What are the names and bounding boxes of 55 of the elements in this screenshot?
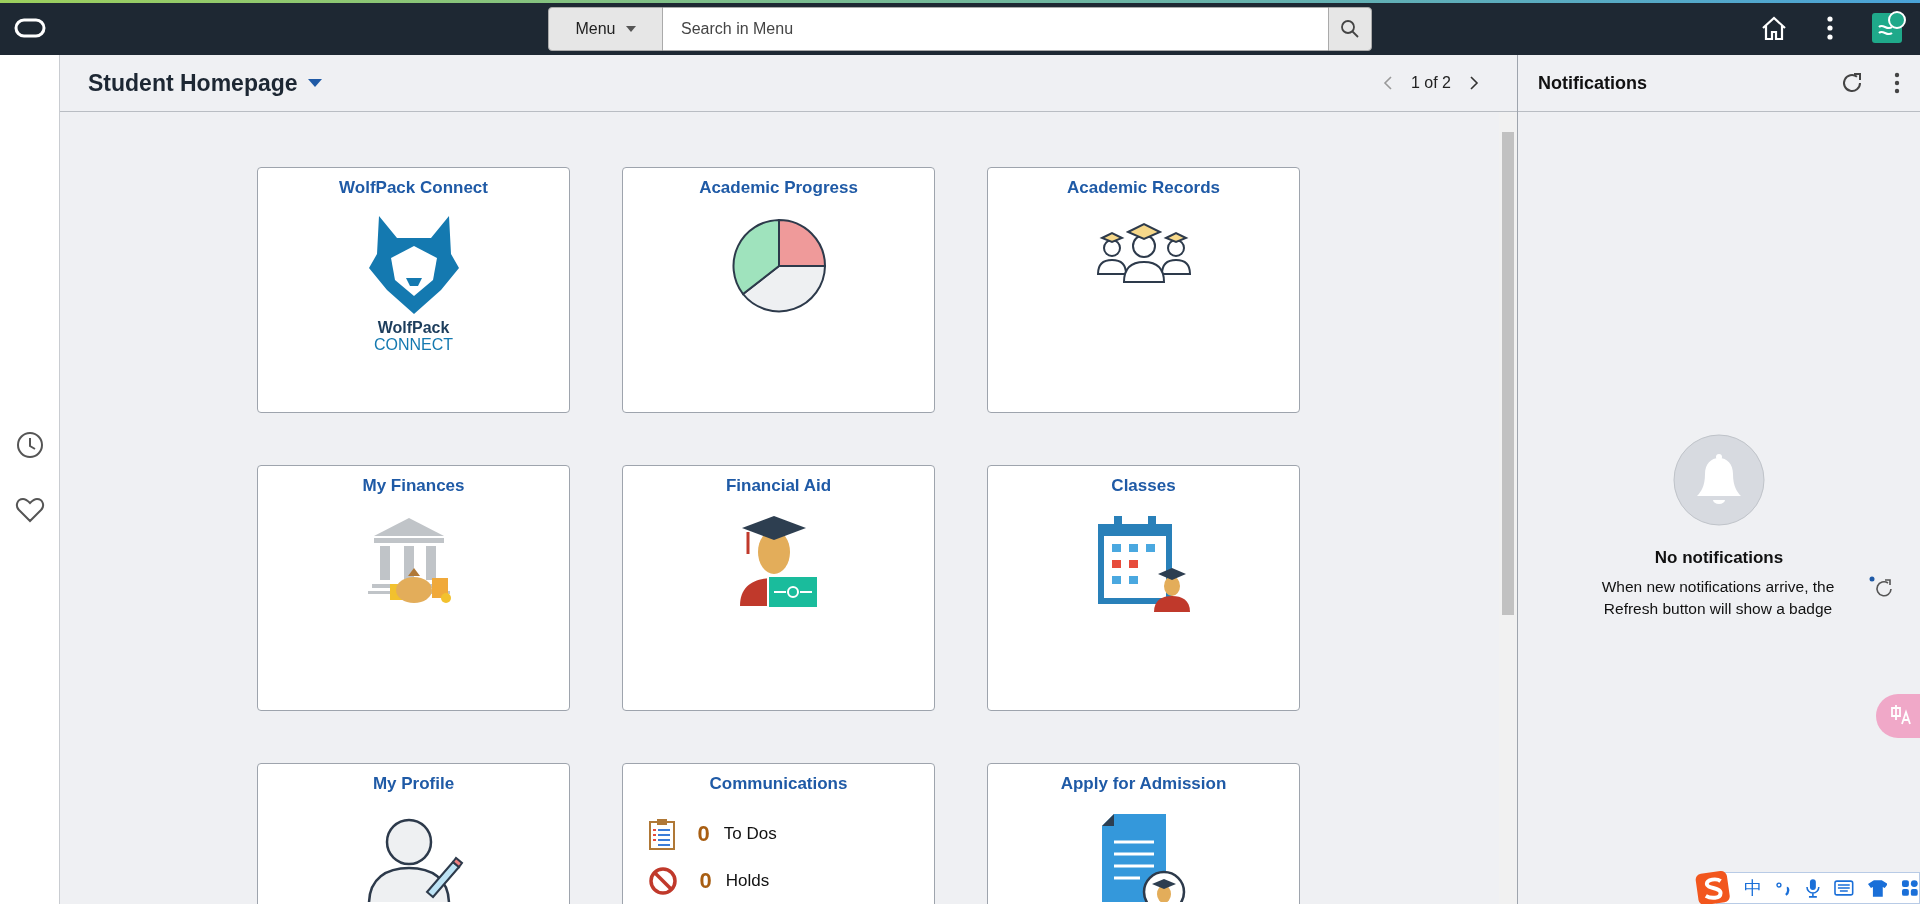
microphone-icon[interactable] xyxy=(1806,878,1820,898)
tile[interactable]: Academic Records xyxy=(987,167,1300,413)
heart-icon[interactable] xyxy=(14,496,45,524)
tile-title: Academic Records xyxy=(1066,178,1221,198)
tile[interactable]: Academic Progress xyxy=(622,167,935,413)
tile-title: Apply for Admission xyxy=(1060,774,1227,794)
empty-state-message: When new notifications arrive, the Refresh button will show a badge xyxy=(1600,577,1836,619)
input-mode-toggle[interactable]: 中 xyxy=(1744,876,1763,900)
tile-title: Communications xyxy=(709,774,848,794)
tile[interactable]: Classes xyxy=(987,465,1300,711)
tile[interactable]: My Profile xyxy=(257,763,570,904)
clock-icon[interactable] xyxy=(14,430,45,460)
grid-icon[interactable] xyxy=(1901,879,1919,897)
tile[interactable]: My Finances xyxy=(257,465,570,711)
tile[interactable]: Apply for Admission xyxy=(987,763,1300,904)
menu-dropdown[interactable]: Menu xyxy=(548,7,663,51)
more-options-icon[interactable] xyxy=(1826,14,1834,41)
more-options-icon[interactable] xyxy=(1894,72,1900,94)
item-count: 0 xyxy=(697,821,710,847)
item-label: To Dos xyxy=(723,824,777,844)
bell-icon xyxy=(1673,434,1765,526)
search-icon xyxy=(1340,19,1360,39)
tile[interactable]: Communications 0 To Dos 0 Holds xyxy=(622,763,935,904)
tile-title: Financial Aid xyxy=(725,476,832,496)
logo-text: WolfPack xyxy=(377,320,450,336)
keyboard-icon[interactable] xyxy=(1833,880,1854,896)
tile[interactable]: WolfPack Connect WolfPack CONNECT xyxy=(257,167,570,413)
sogou-logo-icon[interactable] xyxy=(1695,870,1731,904)
empty-state-title: No notifications xyxy=(1654,548,1784,568)
tile-title: Academic Progress xyxy=(699,178,858,198)
prohibited-icon xyxy=(647,866,678,896)
tile-title: WolfPack Connect xyxy=(339,178,488,198)
avatar-icon[interactable] xyxy=(1872,10,1906,45)
caret-icon xyxy=(307,79,322,87)
tile-title: My Profile xyxy=(372,774,455,794)
logo-text: CONNECT xyxy=(373,336,454,353)
search-field[interactable]: Search in Menu xyxy=(663,7,1328,51)
next-page-icon[interactable] xyxy=(1469,75,1479,91)
caret-icon xyxy=(625,26,636,32)
logo-icon[interactable] xyxy=(14,17,46,38)
tile[interactable]: Financial Aid xyxy=(622,465,935,711)
home-icon[interactable] xyxy=(1760,14,1788,41)
search-button[interactable] xyxy=(1328,7,1372,51)
tile-title: My Finances xyxy=(362,476,465,496)
homepage-selector[interactable]: Student Homepage xyxy=(88,69,322,97)
wolf-head-icon xyxy=(368,216,459,316)
clipboard-icon xyxy=(647,818,676,850)
shirt-icon[interactable] xyxy=(1867,879,1888,897)
item-label: Holds xyxy=(725,871,770,891)
refresh-badge-icon xyxy=(1869,576,1895,598)
refresh-icon[interactable] xyxy=(1840,71,1864,95)
item-count: 0 xyxy=(699,868,712,894)
panel-title: Notifications xyxy=(1538,72,1647,94)
tile-title: Classes xyxy=(1111,476,1176,496)
page-indicator: 1 of 2 xyxy=(1410,74,1451,92)
